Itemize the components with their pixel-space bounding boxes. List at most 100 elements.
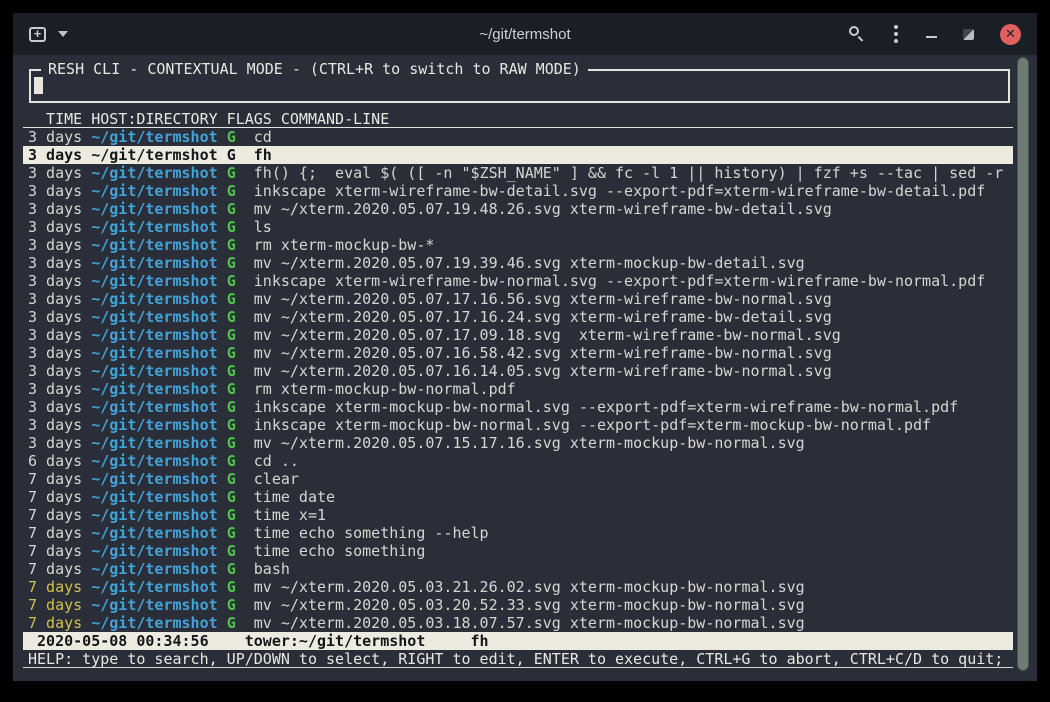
row-flags: G [227, 578, 254, 596]
row-flags: G [227, 164, 254, 182]
row-command: inkscape xterm-wireframe-bw-detail.svg -… [254, 182, 986, 200]
history-row[interactable]: 3 days ~/git/termshot G rm xterm-mockup-… [23, 380, 1013, 398]
row-directory: ~/git/termshot [91, 434, 226, 452]
row-time: 7 days [28, 506, 91, 524]
history-row[interactable]: 3 days ~/git/termshot G mv ~/xterm.2020.… [23, 254, 1013, 272]
history-row[interactable]: 3 days ~/git/termshot G rm xterm-mockup-… [23, 236, 1013, 254]
history-row[interactable]: 3 days ~/git/termshot G cd [23, 128, 1013, 146]
row-command: clear [254, 470, 299, 488]
history-row[interactable]: 3 days ~/git/termshot G mv ~/xterm.2020.… [23, 344, 1013, 362]
row-time: 7 days [28, 560, 91, 578]
maximize-button[interactable] [963, 29, 974, 40]
search-input-box[interactable]: RESH CLI - CONTEXTUAL MODE - (CTRL+R to … [29, 69, 1010, 103]
row-directory: ~/git/termshot [91, 236, 226, 254]
row-time: 3 days [28, 380, 91, 398]
row-time: 3 days [28, 326, 91, 344]
history-row[interactable]: 7 days ~/git/termshot G time echo someth… [23, 524, 1013, 542]
row-directory: ~/git/termshot [91, 164, 226, 182]
close-button[interactable]: ✕ [1000, 24, 1021, 45]
history-row[interactable]: 7 days ~/git/termshot G bash [23, 560, 1013, 578]
row-command: mv ~/xterm.2020.05.07.16.58.42.svg xterm… [254, 344, 832, 362]
row-flags: G [227, 614, 254, 632]
titlebar-right: ✕ [801, 23, 1021, 45]
row-command: cd [254, 128, 272, 146]
history-row[interactable]: 3 days ~/git/termshot G inkscape xterm-m… [23, 416, 1013, 434]
history-row[interactable]: 3 days ~/git/termshot G inkscape xterm-w… [23, 272, 1013, 290]
history-row[interactable]: 7 days ~/git/termshot G mv ~/xterm.2020.… [23, 614, 1013, 632]
history-row[interactable]: 3 days ~/git/termshot G mv ~/xterm.2020.… [23, 326, 1013, 344]
history-row[interactable]: 3 days ~/git/termshot G mv ~/xterm.2020.… [23, 362, 1013, 380]
history-row[interactable]: 3 days ~/git/termshot G mv ~/xterm.2020.… [23, 290, 1013, 308]
search-icon [849, 26, 859, 36]
row-directory: ~/git/termshot [91, 272, 226, 290]
search-button[interactable] [848, 25, 866, 43]
row-time: 7 days [28, 578, 91, 596]
row-flags: G [227, 182, 254, 200]
history-row[interactable]: 3 days ~/git/termshot G mv ~/xterm.2020.… [23, 434, 1013, 452]
history-row[interactable]: 7 days ~/git/termshot G mv ~/xterm.2020.… [23, 578, 1013, 596]
row-time: 3 days [28, 164, 91, 182]
row-command: mv ~/xterm.2020.05.03.20.52.33.svg xterm… [254, 596, 805, 614]
row-time: 3 days [28, 398, 91, 416]
row-flags: G [227, 254, 254, 272]
row-directory: ~/git/termshot [91, 344, 226, 362]
titlebar: + ~/git/termshot ✕ [13, 13, 1037, 55]
history-row[interactable]: 3 days ~/git/termshot G inkscape xterm-w… [23, 182, 1013, 200]
row-flags: G [227, 128, 254, 146]
row-directory: ~/git/termshot [91, 578, 226, 596]
chevron-down-icon[interactable] [58, 31, 68, 37]
row-flags: G [227, 434, 254, 452]
titlebar-left: + [29, 27, 249, 42]
row-flags: G [227, 272, 254, 290]
menu-button[interactable] [892, 23, 900, 45]
history-row[interactable]: 3 days ~/git/termshot G ls [23, 218, 1013, 236]
row-command: time date [254, 488, 335, 506]
row-flags: G [227, 146, 254, 164]
history-row[interactable]: 3 days ~/git/termshot G mv ~/xterm.2020.… [23, 308, 1013, 326]
row-command: time echo something [254, 542, 426, 560]
row-command: mv ~/xterm.2020.05.07.17.16.24.svg xterm… [254, 308, 832, 326]
new-tab-button[interactable]: + [29, 27, 46, 42]
history-row[interactable]: 3 days ~/git/termshot G fh [23, 146, 1013, 164]
row-time: 3 days [28, 200, 91, 218]
row-flags: G [227, 542, 254, 560]
history-row[interactable]: 6 days ~/git/termshot G cd .. [23, 452, 1013, 470]
row-command: mv ~/xterm.2020.05.07.16.14.05.svg xterm… [254, 362, 832, 380]
row-time: 3 days [28, 344, 91, 362]
history-row[interactable]: 7 days ~/git/termshot G time date [23, 488, 1013, 506]
history-row[interactable]: 7 days ~/git/termshot G mv ~/xterm.2020.… [23, 596, 1013, 614]
row-directory: ~/git/termshot [91, 146, 226, 164]
history-row[interactable]: 7 days ~/git/termshot G clear [23, 470, 1013, 488]
row-flags: G [227, 344, 254, 362]
history-row[interactable]: 3 days ~/git/termshot G inkscape xterm-m… [23, 398, 1013, 416]
row-flags: G [227, 308, 254, 326]
row-directory: ~/git/termshot [91, 416, 226, 434]
row-directory: ~/git/termshot [91, 506, 226, 524]
window-title: ~/git/termshot [249, 26, 801, 43]
row-flags: G [227, 380, 254, 398]
row-time: 3 days [28, 362, 91, 380]
row-directory: ~/git/termshot [91, 398, 226, 416]
row-directory: ~/git/termshot [91, 254, 226, 272]
row-command: fh [254, 146, 272, 164]
row-flags: G [227, 290, 254, 308]
history-row[interactable]: 3 days ~/git/termshot G mv ~/xterm.2020.… [23, 200, 1013, 218]
row-directory: ~/git/termshot [91, 470, 226, 488]
history-row[interactable]: 3 days ~/git/termshot G fh() {; eval $( … [23, 164, 1013, 182]
row-directory: ~/git/termshot [91, 380, 226, 398]
row-time: 7 days [28, 470, 91, 488]
row-flags: G [227, 200, 254, 218]
history-list: 3 days ~/git/termshot G cd3 days ~/git/t… [23, 128, 1013, 632]
row-time: 3 days [28, 290, 91, 308]
row-flags: G [227, 506, 254, 524]
history-row[interactable]: 7 days ~/git/termshot G time echo someth… [23, 542, 1013, 560]
row-time: 7 days [28, 524, 91, 542]
scrollbar[interactable] [1017, 57, 1029, 671]
row-flags: G [227, 236, 254, 254]
row-directory: ~/git/termshot [91, 524, 226, 542]
row-flags: G [227, 398, 254, 416]
row-directory: ~/git/termshot [91, 308, 226, 326]
minimize-button[interactable] [926, 36, 937, 38]
row-command: mv ~/xterm.2020.05.07.17.09.18.svg xterm… [254, 326, 841, 344]
history-row[interactable]: 7 days ~/git/termshot G time x=1 [23, 506, 1013, 524]
